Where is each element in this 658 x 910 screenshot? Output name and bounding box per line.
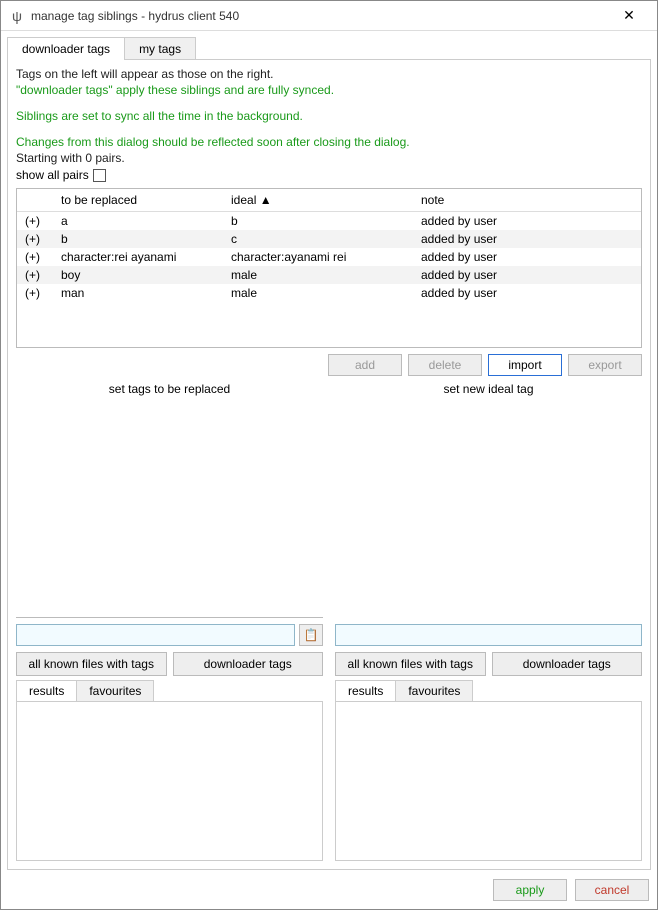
table-cell: c [223, 230, 413, 248]
col-header-symbol[interactable] [17, 189, 53, 212]
paste-icon[interactable]: 📋 [299, 624, 323, 646]
export-button[interactable]: export [568, 354, 642, 376]
info-line-1: Tags on the left will appear as those on… [16, 67, 642, 81]
right-subtab-favourites[interactable]: favourites [395, 680, 473, 701]
table-cell: added by user [413, 212, 641, 231]
import-button[interactable]: import [488, 354, 562, 376]
table-row[interactable]: (+)bcadded by user [17, 230, 641, 248]
left-subtab-results[interactable]: results [16, 680, 77, 701]
col-header-to-be-replaced[interactable]: to be replaced [53, 189, 223, 212]
main-tabs: downloader tags my tags [7, 37, 651, 60]
app-icon: ψ [9, 8, 25, 24]
info-line-3: Siblings are set to sync all the time in… [16, 109, 642, 123]
right-column-header: set new ideal tag [335, 382, 642, 396]
table-cell: a [53, 212, 223, 231]
delete-button[interactable]: delete [408, 354, 482, 376]
cancel-button[interactable]: cancel [575, 879, 649, 901]
left-tag-input[interactable] [16, 624, 295, 646]
tab-downloader-tags[interactable]: downloader tags [7, 37, 125, 60]
left-filter-service-button[interactable]: downloader tags [173, 652, 324, 676]
table-cell: character:rei ayanami [53, 248, 223, 266]
left-subtab-favourites[interactable]: favourites [76, 680, 154, 701]
table-cell: added by user [413, 284, 641, 302]
tab-my-tags[interactable]: my tags [124, 37, 196, 60]
col-header-ideal[interactable]: ideal ▲ [223, 189, 413, 212]
lower-two-columns: set tags to be replaced 📋 all known file… [16, 382, 642, 861]
right-filter-service-button[interactable]: downloader tags [492, 652, 643, 676]
apply-button[interactable]: apply [493, 879, 567, 901]
table-cell: (+) [17, 284, 53, 302]
title-bar: ψ manage tag siblings - hydrus client 54… [1, 1, 657, 31]
table-cell: (+) [17, 230, 53, 248]
table-cell: boy [53, 266, 223, 284]
table-cell: (+) [17, 248, 53, 266]
table-row[interactable]: (+)boymaleadded by user [17, 266, 641, 284]
info-line-2: "downloader tags" apply these siblings a… [16, 83, 642, 97]
left-tag-area[interactable] [16, 398, 323, 618]
right-subtab-body[interactable] [335, 701, 642, 861]
window-title: manage tag siblings - hydrus client 540 [31, 9, 609, 23]
right-column: set new ideal tag all known files with t… [335, 382, 642, 861]
add-button[interactable]: add [328, 354, 402, 376]
table-cell: (+) [17, 266, 53, 284]
show-all-pairs-checkbox[interactable] [93, 169, 106, 182]
info-line-4: Changes from this dialog should be refle… [16, 135, 642, 149]
table-cell: (+) [17, 212, 53, 231]
table-cell: b [53, 230, 223, 248]
left-column: set tags to be replaced 📋 all known file… [16, 382, 323, 861]
table-cell: added by user [413, 248, 641, 266]
pairs-table: to be replaced ideal ▲ note (+)abadded b… [17, 189, 641, 302]
left-subtab-body[interactable] [16, 701, 323, 861]
table-cell: male [223, 266, 413, 284]
info-line-5: Starting with 0 pairs. [16, 151, 642, 165]
table-cell: added by user [413, 266, 641, 284]
close-icon[interactable]: ✕ [609, 7, 649, 24]
table-row[interactable]: (+)character:rei ayanamicharacter:ayanam… [17, 248, 641, 266]
right-tag-area[interactable] [335, 398, 642, 618]
pairs-table-container: to be replaced ideal ▲ note (+)abadded b… [16, 188, 642, 348]
col-header-note[interactable]: note [413, 189, 641, 212]
show-all-pairs-row: show all pairs [16, 168, 642, 182]
table-cell: b [223, 212, 413, 231]
table-cell: male [223, 284, 413, 302]
tab-body: Tags on the left will appear as those on… [7, 59, 651, 870]
table-cell: added by user [413, 230, 641, 248]
right-tag-input[interactable] [335, 624, 642, 646]
left-column-header: set tags to be replaced [16, 382, 323, 396]
table-row[interactable]: (+)manmaleadded by user [17, 284, 641, 302]
right-subtab-results[interactable]: results [335, 680, 396, 701]
right-filter-files-button[interactable]: all known files with tags [335, 652, 486, 676]
table-cell: character:ayanami rei [223, 248, 413, 266]
table-row[interactable]: (+)abadded by user [17, 212, 641, 231]
left-filter-files-button[interactable]: all known files with tags [16, 652, 167, 676]
table-cell: man [53, 284, 223, 302]
dialog-footer: apply cancel [1, 871, 657, 909]
show-all-pairs-label: show all pairs [16, 168, 89, 182]
table-button-row: add delete import export [16, 354, 642, 376]
